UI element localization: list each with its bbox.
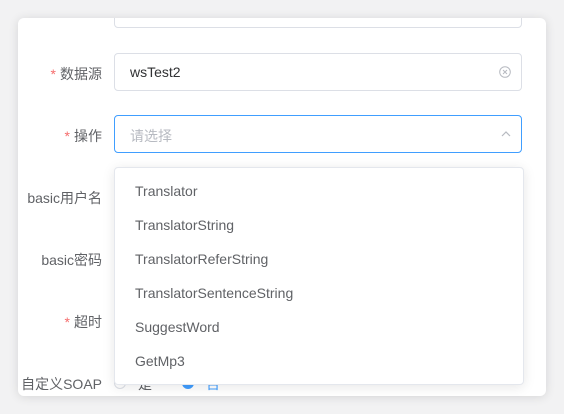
dropdown-option[interactable]: TranslatorString — [135, 217, 234, 233]
required-mark: * — [50, 66, 56, 82]
clear-icon[interactable] — [499, 66, 511, 78]
dropdown-option[interactable]: TranslatorSentenceString — [135, 285, 293, 301]
operation-select[interactable]: 请选择 — [114, 115, 522, 153]
dropdown-option[interactable]: SuggestWord — [135, 319, 220, 335]
timeout-label: * 超时 — [64, 314, 102, 330]
operation-dropdown: Translator TranslatorString TranslatorRe… — [114, 167, 524, 385]
datasource-value: wsTest2 — [130, 64, 181, 80]
required-mark: * — [64, 314, 70, 330]
operation-placeholder: 请选择 — [130, 128, 172, 144]
custom-soap-label: 自定义SOAP — [21, 376, 102, 392]
datasource-label: * 数据源 — [50, 66, 102, 82]
basic-password-label: basic密码 — [41, 252, 102, 268]
dropdown-option[interactable]: Translator — [135, 183, 198, 199]
chevron-up-icon — [501, 131, 511, 137]
dropdown-option[interactable]: TranslatorReferString — [135, 251, 268, 267]
required-mark: * — [64, 128, 70, 144]
operation-label: * 操作 — [64, 128, 102, 144]
previous-field-input[interactable] — [114, 18, 522, 28]
basic-username-label: basic用户名 — [27, 190, 102, 206]
datasource-select[interactable]: wsTest2 — [114, 53, 522, 91]
dropdown-option[interactable]: GetMp3 — [135, 353, 185, 369]
